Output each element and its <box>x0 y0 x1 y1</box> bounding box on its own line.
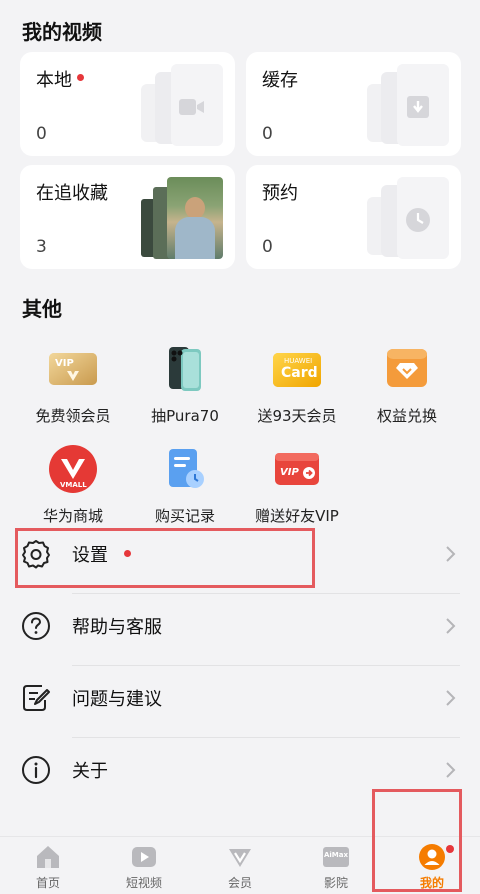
profile-icon <box>418 843 454 871</box>
card-text: Card <box>281 365 318 381</box>
grid-item-label: 免费领会员 <box>35 407 111 425</box>
following-card[interactable]: 在追收藏 3 <box>20 165 235 269</box>
about-row[interactable]: 关于 <box>0 738 480 810</box>
short-video-icon <box>130 843 158 871</box>
exchange-item[interactable]: 权益兑换 <box>347 343 467 426</box>
help-icon <box>20 610 52 642</box>
tab-cinema[interactable]: AiMax 影院 <box>296 843 376 891</box>
free-vip-item[interactable]: VIP 免费领会员 <box>13 343 133 426</box>
about-label: 关于 <box>72 761 108 782</box>
card-count: 0 <box>36 124 47 144</box>
tab-label: 我的 <box>419 876 444 890</box>
cache-card[interactable]: 缓存 0 <box>246 52 461 156</box>
vip-card-icon: VIP <box>45 343 101 399</box>
huawei-card-icon: HUAWEI Card <box>269 343 325 399</box>
tab-vip[interactable]: 会员 <box>200 843 280 891</box>
settings-label: 设置 <box>72 545 108 566</box>
card-label: 本地 <box>36 70 72 91</box>
bottom-tab-bar: 首页 短视频 会员 AiMax 影院 我的 <box>0 836 480 894</box>
chevron-right-icon <box>442 688 458 708</box>
gift-vip-text: VIP <box>280 467 299 478</box>
exchange-icon <box>379 343 435 399</box>
tab-label: 首页 <box>35 876 60 890</box>
purchase-record-icon <box>157 443 213 499</box>
video-camera-icon <box>141 64 223 146</box>
93-days-vip-item[interactable]: HUAWEI Card 送93天会员 <box>237 343 357 426</box>
notification-dot <box>446 845 454 853</box>
gift-vip-item[interactable]: VIP 赠送好友VIP <box>237 443 357 526</box>
grid-item-label: 送93天会员 <box>257 407 337 425</box>
home-icon <box>34 843 62 871</box>
tab-label: 影院 <box>323 876 348 890</box>
download-icon <box>367 64 449 146</box>
tab-label: 会员 <box>227 876 252 890</box>
grid-item-label: 抽Pura70 <box>151 407 219 425</box>
notification-dot <box>124 550 131 557</box>
purchase-record-item[interactable]: 购买记录 <box>125 443 245 526</box>
poster-thumbnail <box>141 177 223 259</box>
gear-icon <box>20 538 52 570</box>
tab-profile[interactable]: 我的 <box>392 843 472 891</box>
local-videos-card[interactable]: 本地 0 <box>20 52 235 156</box>
huawei-text: HUAWEI <box>284 357 313 365</box>
feedback-label: 问题与建议 <box>72 689 162 710</box>
chevron-right-icon <box>442 616 458 636</box>
vmall-text: VMALL <box>60 481 87 489</box>
card-count: 0 <box>262 237 273 257</box>
feedback-icon <box>20 682 52 714</box>
cinema-icon: AiMax <box>322 843 350 871</box>
feedback-row[interactable]: 问题与建议 <box>0 666 480 738</box>
card-count: 3 <box>36 237 47 257</box>
info-icon <box>20 754 52 786</box>
tab-home[interactable]: 首页 <box>8 843 88 891</box>
tab-short-video[interactable]: 短视频 <box>104 843 184 891</box>
gift-vip-icon: VIP <box>269 443 325 499</box>
chevron-right-icon <box>442 544 458 564</box>
grid-item-label: 权益兑换 <box>376 407 437 425</box>
aimax-text: AiMax <box>323 851 349 859</box>
my-videos-title: 我的视频 <box>22 20 102 44</box>
pura70-item[interactable]: 抽Pura70 <box>125 343 245 426</box>
card-label: 在追收藏 <box>36 183 108 204</box>
chevron-right-icon <box>442 760 458 780</box>
help-row[interactable]: 帮助与客服 <box>0 594 480 666</box>
card-label: 缓存 <box>262 70 298 91</box>
settings-row[interactable]: 设置 <box>0 522 480 594</box>
card-count: 0 <box>262 124 273 144</box>
card-label: 预约 <box>262 183 298 204</box>
clock-icon <box>367 177 449 259</box>
help-label: 帮助与客服 <box>72 617 162 638</box>
reservation-card[interactable]: 预约 0 <box>246 165 461 269</box>
vmall-icon: VMALL <box>45 443 101 499</box>
notification-dot <box>77 74 84 81</box>
phone-icon <box>157 343 213 399</box>
other-title: 其他 <box>22 297 62 321</box>
vip-text: VIP <box>55 358 74 369</box>
tab-label: 短视频 <box>125 876 162 890</box>
vip-icon <box>226 843 254 871</box>
vmall-item[interactable]: VMALL 华为商城 <box>13 443 133 526</box>
